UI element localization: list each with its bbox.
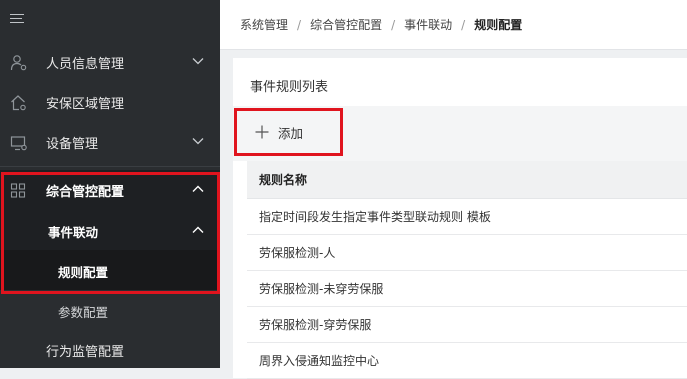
breadcrumb-item[interactable]: 事件联动 [404, 16, 452, 33]
sidebar-item-integrated-control[interactable]: 综合管控配置 [0, 170, 220, 210]
table-cell: 周界入侵通知监控中心 [259, 354, 380, 368]
table-row[interactable]: 劳保服检测-人 [247, 235, 687, 271]
table-row[interactable]: 劳保服检测-穿劳保服 [247, 307, 687, 343]
sidebar-subitem-label: 事件联动 [48, 225, 99, 240]
chevron-up-icon [192, 185, 204, 192]
monitor-settings-icon [10, 136, 27, 151]
breadcrumb-separator: / [391, 17, 396, 32]
user-settings-icon [10, 55, 27, 71]
plus-icon [255, 125, 269, 139]
table-row[interactable]: 周界入侵通知监控中心 [247, 343, 687, 379]
sidebar-item-label: 安保区域管理 [46, 96, 125, 112]
chevron-up-icon [192, 226, 204, 233]
chevron-down-icon [192, 58, 204, 65]
table-header: 规则名称 [247, 161, 687, 199]
chevron-down-icon [192, 138, 204, 145]
sidebar-subitem-param-config[interactable]: 参数配置 [0, 290, 220, 330]
sidebar-subitem-label: 参数配置 [58, 305, 109, 320]
sidebar-item-security-area[interactable]: 安保区域管理 [0, 82, 220, 122]
rule-list-panel: 事件规则列表 添加 规则名称 指定时间段发生指定事件类型联动规则 模板 劳保服检… [233, 58, 687, 379]
menu-toggle-icon[interactable] [10, 14, 24, 26]
column-header-rule-name: 规则名称 [259, 173, 308, 187]
sidebar-subitem-label: 规则配置 [58, 265, 109, 280]
sidebar-subitem-event-linkage[interactable]: 事件联动 [0, 210, 220, 250]
table-cell: 劳保服检测-穿劳保服 [259, 318, 372, 332]
breadcrumb-item[interactable]: 系统管理 [240, 16, 288, 33]
sidebar-item-label: 人员信息管理 [46, 56, 125, 72]
breadcrumb-separator: / [461, 17, 466, 32]
add-button[interactable]: 添加 [255, 121, 303, 143]
table-cell: 劳保服检测-未穿劳保服 [259, 282, 384, 296]
main-content: 系统管理 / 综合管控配置 / 事件联动 / 规则配置 事件规则列表 添加 规则… [220, 0, 687, 379]
panel-title: 事件规则列表 [250, 80, 329, 95]
toolbar: 添加 [233, 106, 687, 161]
table-cell: 指定时间段发生指定事件类型联动规则 模板 [259, 210, 491, 224]
breadcrumb-current: 规则配置 [474, 18, 523, 32]
sidebar-subitem-rule-config[interactable]: 规则配置 [0, 250, 220, 290]
breadcrumb-item[interactable]: 综合管控配置 [310, 16, 382, 33]
grid-icon [10, 183, 26, 198]
table-cell: 劳保服检测-人 [259, 246, 336, 260]
sidebar: 人员信息管理 安保区域管理 设备管理 综合管控配置 事件联动 规则配置 参数配置… [0, 0, 220, 368]
sidebar-item-label: 行为监管配置 [46, 344, 125, 360]
breadcrumb: 系统管理 / 综合管控配置 / 事件联动 / 规则配置 [220, 0, 687, 50]
add-button-label: 添加 [278, 125, 304, 141]
home-settings-icon [11, 95, 26, 111]
breadcrumb-separator: / [297, 17, 302, 32]
sidebar-item-behavior-supervision[interactable]: 行为监管配置 [0, 330, 220, 370]
table-row[interactable]: 劳保服检测-未穿劳保服 [247, 271, 687, 307]
sidebar-item-personnel[interactable]: 人员信息管理 [0, 42, 220, 82]
sidebar-divider [0, 166, 220, 167]
rule-table: 规则名称 指定时间段发生指定事件类型联动规则 模板 劳保服检测-人 劳保服检测-… [247, 161, 687, 379]
sidebar-item-label: 综合管控配置 [46, 184, 125, 200]
sidebar-item-label: 设备管理 [46, 136, 99, 152]
sidebar-item-device[interactable]: 设备管理 [0, 122, 220, 162]
table-row[interactable]: 指定时间段发生指定事件类型联动规则 模板 [247, 199, 687, 235]
